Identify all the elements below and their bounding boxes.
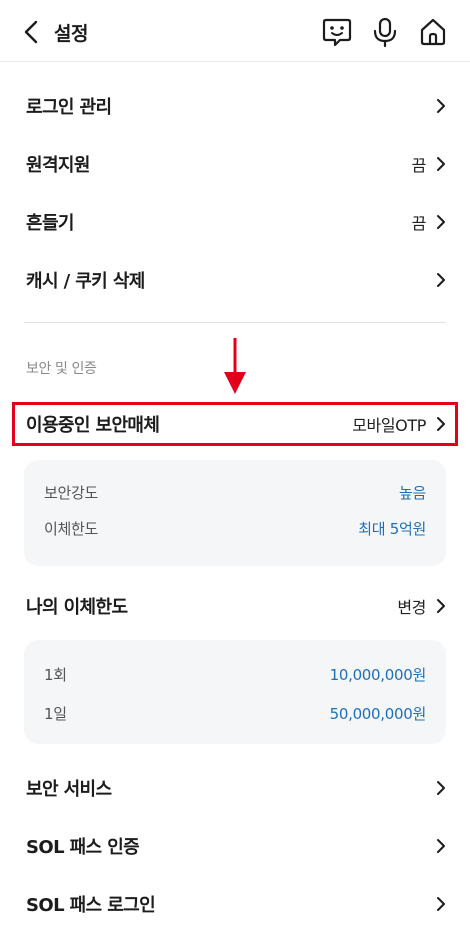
menu-value: 끔 — [411, 214, 427, 233]
menu-label: 원격지원 — [26, 155, 90, 176]
menu-remote-support[interactable]: 원격지원 끔 — [0, 135, 470, 193]
card-label: 1일 — [44, 705, 67, 723]
menu-login-manage[interactable]: 로그인 관리 — [0, 77, 470, 135]
chevron-right-icon — [437, 897, 445, 911]
menu-label: 나의 이체한도 — [26, 597, 128, 618]
transfer-limit-card: 1회 10,000,000원 1일 50,000,000원 — [24, 640, 446, 744]
card-row: 1일 50,000,000원 — [24, 703, 446, 727]
back-button[interactable] — [18, 16, 46, 48]
card-value: 10,000,000원 — [329, 666, 427, 684]
menu-sol-pass-login[interactable]: SOL 패스 로그인 — [0, 875, 470, 933]
chat-bot-button[interactable] — [320, 15, 354, 49]
app-header: 설정 — [0, 0, 470, 62]
menu-label: 보안 서비스 — [26, 779, 112, 800]
card-value: 최대 5억원 — [358, 520, 426, 538]
chat-bot-icon — [322, 18, 352, 47]
home-button[interactable] — [416, 15, 450, 49]
card-label: 이체한도 — [44, 520, 99, 538]
card-row: 보안강도 높음 — [24, 482, 446, 506]
menu-label: SOL 패스 인증 — [26, 837, 140, 858]
change-link[interactable]: 변경 — [397, 594, 426, 618]
menu-label: 로그인 관리 — [26, 97, 112, 118]
card-value: 높음 — [398, 484, 426, 502]
menu-value: 끔 — [411, 156, 427, 175]
page-title: 설정 — [54, 23, 88, 45]
chevron-right-icon — [437, 157, 445, 171]
chevron-right-icon — [437, 215, 445, 229]
card-label: 1회 — [44, 666, 67, 684]
chevron-left-icon — [24, 20, 38, 44]
card-row: 이체한도 최대 5억원 — [24, 518, 446, 542]
chevron-right-icon — [437, 273, 445, 287]
menu-my-transfer-limit[interactable]: 나의 이체한도 변경 — [0, 577, 470, 635]
annotation-arrow-icon — [224, 338, 246, 394]
chevron-right-icon — [437, 781, 445, 795]
chevron-right-icon — [437, 599, 445, 613]
menu-shake[interactable]: 흔들기 끔 — [0, 193, 470, 251]
menu-label: SOL 패스 로그인 — [26, 895, 156, 916]
card-value: 50,000,000원 — [329, 705, 427, 723]
section-divider — [24, 322, 446, 323]
security-media-card: 보안강도 높음 이체한도 최대 5억원 — [24, 460, 446, 566]
home-icon — [420, 18, 446, 46]
chevron-right-icon — [437, 839, 445, 853]
card-label: 보안강도 — [44, 484, 99, 502]
menu-label: 캐시 / 쿠키 삭제 — [26, 271, 145, 292]
chevron-right-icon — [437, 99, 445, 113]
section-title-security: 보안 및 인증 — [26, 361, 97, 377]
menu-cache-cookie[interactable]: 캐시 / 쿠키 삭제 — [0, 251, 470, 309]
annotation-highlight-box — [12, 402, 458, 446]
menu-label: 흔들기 — [26, 213, 74, 234]
menu-sol-pass-auth[interactable]: SOL 패스 인증 — [0, 817, 470, 875]
microphone-icon — [373, 17, 397, 48]
card-row: 1회 10,000,000원 — [24, 664, 446, 688]
voice-button[interactable] — [368, 15, 402, 49]
menu-security-service[interactable]: 보안 서비스 — [0, 759, 470, 817]
